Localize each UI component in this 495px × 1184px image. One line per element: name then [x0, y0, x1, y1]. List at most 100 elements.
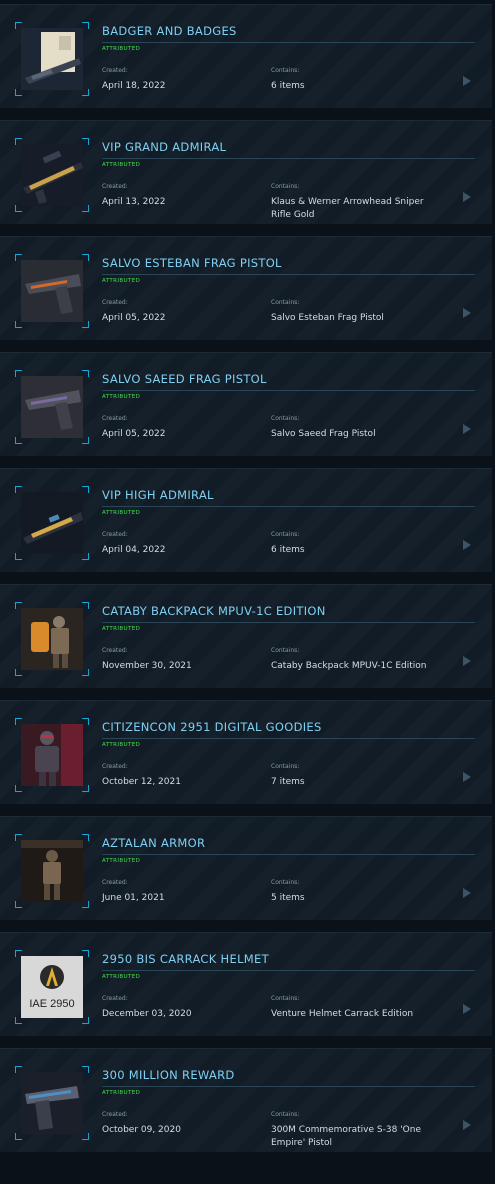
- item-title[interactable]: CATABY BACKPACK MPUV-1C EDITION: [102, 604, 326, 618]
- contains-label: Contains:: [271, 647, 300, 654]
- thumbnail-frame[interactable]: [15, 834, 89, 908]
- created-date: April 13, 2022: [102, 197, 166, 207]
- divider: [102, 1086, 475, 1087]
- created-date: June 01, 2021: [102, 893, 165, 903]
- expand-arrow-icon[interactable]: [463, 772, 471, 782]
- expand-arrow-icon[interactable]: [463, 192, 471, 202]
- expand-arrow-icon[interactable]: [463, 1120, 471, 1130]
- contains-value: Cataby Backpack MPUV-1C Edition: [271, 661, 427, 671]
- contains-value: 6 items: [271, 545, 305, 555]
- pledge-item[interactable]: SALVO SAEED FRAG PISTOL ATTRIBUTED Creat…: [0, 352, 492, 457]
- divider: [102, 854, 475, 855]
- status-badge: ATTRIBUTED: [102, 858, 141, 864]
- armor-figure-thumbnail: [21, 840, 83, 902]
- pledge-item[interactable]: VIP GRAND ADMIRAL ATTRIBUTED Created: Ap…: [0, 120, 492, 225]
- pledge-item[interactable]: CITIZENCON 2951 DIGITAL GOODIES ATTRIBUT…: [0, 700, 492, 805]
- status-badge: ATTRIBUTED: [102, 742, 141, 748]
- pledge-item[interactable]: SALVO ESTEBAN FRAG PISTOL ATTRIBUTED Cre…: [0, 236, 492, 341]
- thumbnail-frame[interactable]: IAE 2950: [15, 950, 89, 1024]
- created-date: April 04, 2022: [102, 545, 166, 555]
- status-badge: ATTRIBUTED: [102, 278, 141, 284]
- gold-rifle-thumbnail: [21, 492, 83, 554]
- backpack-thumbnail: [21, 608, 83, 670]
- thumbnail-frame[interactable]: [15, 138, 89, 212]
- commemorative-pistol-thumbnail: [21, 1072, 83, 1134]
- created-label: Created:: [102, 995, 128, 1002]
- divider: [102, 622, 475, 623]
- thumbnail-frame[interactable]: [15, 486, 89, 560]
- thumbnail-frame[interactable]: [15, 254, 89, 328]
- divider: [102, 158, 475, 159]
- item-title[interactable]: 300 MILLION REWARD: [102, 1068, 235, 1082]
- contains-value: 5 items: [271, 893, 305, 903]
- thumbnail-frame[interactable]: [15, 718, 89, 792]
- expand-arrow-icon[interactable]: [463, 540, 471, 550]
- divider: [102, 390, 475, 391]
- item-title[interactable]: 2950 BIS CARRACK HELMET: [102, 952, 269, 966]
- divider: [102, 738, 475, 739]
- pledge-item[interactable]: VIP HIGH ADMIRAL ATTRIBUTED Created: Apr…: [0, 468, 492, 573]
- thumbnail-frame[interactable]: [15, 370, 89, 444]
- pledge-item[interactable]: AZTALAN ARMOR ATTRIBUTED Created: June 0…: [0, 816, 492, 921]
- contains-label: Contains:: [271, 183, 300, 190]
- divider: [102, 506, 475, 507]
- contains-value: Salvo Esteban Frag Pistol: [271, 313, 384, 323]
- contains-value: 6 items: [271, 81, 305, 91]
- pledge-item[interactable]: CATABY BACKPACK MPUV-1C EDITION ATTRIBUT…: [0, 584, 492, 689]
- item-title[interactable]: CITIZENCON 2951 DIGITAL GOODIES: [102, 720, 322, 734]
- item-title[interactable]: SALVO ESTEBAN FRAG PISTOL: [102, 256, 282, 270]
- armored-character-thumbnail: [21, 724, 83, 786]
- thumbnail-frame[interactable]: [15, 1066, 89, 1140]
- expand-arrow-icon[interactable]: [463, 308, 471, 318]
- iae-logo: IAE 2950: [21, 956, 83, 1018]
- item-title[interactable]: AZTALAN ARMOR: [102, 836, 205, 850]
- contains-label: Contains:: [271, 763, 300, 770]
- gold-sniper-rifle-thumbnail: [21, 144, 83, 206]
- contains-value: Salvo Saeed Frag Pistol: [271, 429, 376, 439]
- contains-value: Venture Helmet Carrack Edition: [271, 1009, 414, 1019]
- created-label: Created:: [102, 1111, 128, 1118]
- created-date: April 05, 2022: [102, 313, 166, 323]
- item-title[interactable]: VIP HIGH ADMIRAL: [102, 488, 214, 502]
- pistol-thumbnail: [21, 376, 83, 438]
- thumbnail-frame[interactable]: [15, 602, 89, 676]
- expand-arrow-icon[interactable]: [463, 76, 471, 86]
- contains-value: 300M Commemorative S-38 'One Empire' Pis…: [271, 1125, 421, 1148]
- status-badge: ATTRIBUTED: [102, 510, 141, 516]
- created-date: October 09, 2020: [102, 1125, 181, 1135]
- contains-label: Contains:: [271, 415, 300, 422]
- pledge-item[interactable]: IAE 2950 2950 BIS CARRACK HELMET ATTRIBU…: [0, 932, 492, 1037]
- created-label: Created:: [102, 299, 128, 306]
- created-label: Created:: [102, 67, 128, 74]
- created-label: Created:: [102, 647, 128, 654]
- created-date: November 30, 2021: [102, 661, 192, 671]
- item-title[interactable]: SALVO SAEED FRAG PISTOL: [102, 372, 267, 386]
- pistol-thumbnail: [21, 260, 83, 322]
- item-title[interactable]: VIP GRAND ADMIRAL: [102, 140, 226, 154]
- status-badge: ATTRIBUTED: [102, 1090, 141, 1096]
- created-date: December 03, 2020: [102, 1009, 192, 1019]
- pledge-item[interactable]: BADGER AND BADGES ATTRIBUTED Created: Ap…: [0, 4, 492, 109]
- divider: [102, 274, 475, 275]
- pledge-list: BADGER AND BADGES ATTRIBUTED Created: Ap…: [0, 0, 495, 1184]
- expand-arrow-icon[interactable]: [463, 656, 471, 666]
- item-title[interactable]: BADGER AND BADGES: [102, 24, 237, 38]
- status-badge: ATTRIBUTED: [102, 974, 141, 980]
- iae-logo-thumbnail: IAE 2950: [21, 956, 83, 1018]
- created-date: October 12, 2021: [102, 777, 181, 787]
- contains-label: Contains:: [271, 995, 300, 1002]
- contains-label: Contains:: [271, 67, 300, 74]
- pledge-item[interactable]: 300 MILLION REWARD ATTRIBUTED Created: O…: [0, 1048, 492, 1153]
- contains-value: Klaus & Werner Arrowhead Sniper Rifle Go…: [271, 197, 424, 220]
- divider: [102, 970, 475, 971]
- contains-value: 7 items: [271, 777, 305, 787]
- thumbnail-frame[interactable]: [15, 22, 89, 96]
- created-label: Created:: [102, 183, 128, 190]
- created-label: Created:: [102, 763, 128, 770]
- expand-arrow-icon[interactable]: [463, 424, 471, 434]
- expand-arrow-icon[interactable]: [463, 888, 471, 898]
- contains-label: Contains:: [271, 1111, 300, 1118]
- status-badge: ATTRIBUTED: [102, 394, 141, 400]
- created-label: Created:: [102, 531, 128, 538]
- expand-arrow-icon[interactable]: [463, 1004, 471, 1014]
